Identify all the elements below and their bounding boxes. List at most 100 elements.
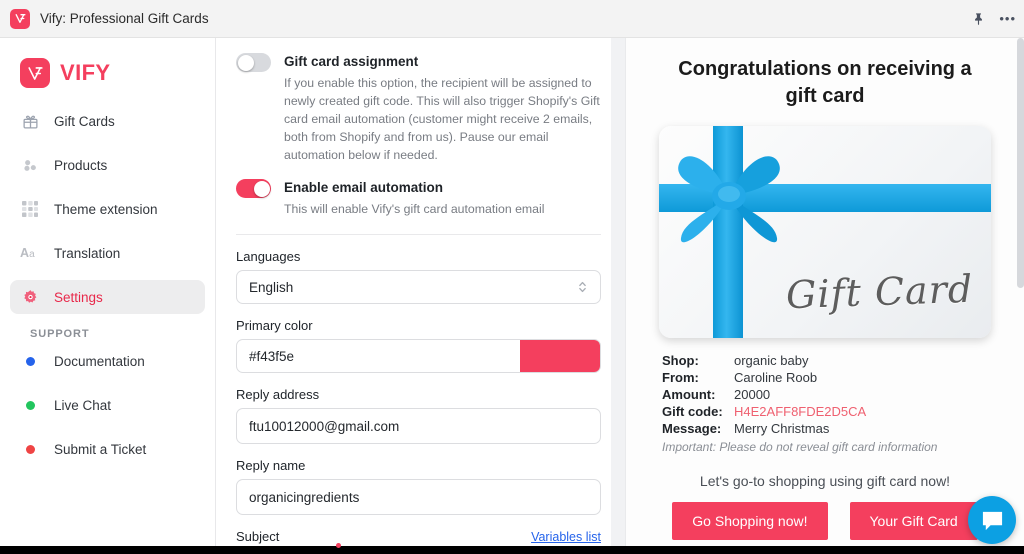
important-note: Important: Please do not reveal gift car… [662,440,938,454]
gear-icon [20,287,40,307]
sidebar-item-label: Documentation [54,353,145,369]
sidebar-item-translation[interactable]: A a Translation [10,236,205,270]
gift-card-text: Gift Card [785,266,974,318]
detail-value: 20000 [734,387,771,402]
reply-address-value: ftu10012000@gmail.com [249,418,400,434]
window-titlebar: Vify: Professional Gift Cards ••• [0,0,1024,38]
reply-name-label: Reply name [236,458,306,473]
app-shell: VIFY Gift Cards Products Theme extension… [0,38,1024,554]
svg-text:a: a [29,249,35,260]
sidebar-item-label: Gift Cards [54,113,115,129]
gift-card-image-wrap: Gift Card [650,126,1000,338]
vify-logo-icon [10,8,30,29]
settings-panel: Gift card assignment If you enable this … [226,38,611,554]
subject-label: Subject [236,529,280,544]
products-icon [20,155,40,175]
chat-bubble-icon[interactable] [968,496,1016,544]
email-automation-toggle[interactable] [236,179,271,198]
reply-address-label: Reply address [236,387,320,402]
left-gutter [216,38,226,554]
gift-card-assignment-row: Gift card assignment If you enable this … [236,52,601,166]
more-options-icon[interactable]: ••• [999,12,1016,25]
detail-key: Gift code: [662,404,723,419]
sidebar-item-products[interactable]: Products [10,148,205,182]
sidebar: VIFY Gift Cards Products Theme extension… [0,38,216,554]
sidebar-section-support: SUPPORT [30,328,90,340]
sidebar-nav: Gift Cards Products Theme extension A a … [0,104,215,466]
sidebar-item-label: Translation [54,245,121,261]
sidebar-item-label: Settings [54,289,103,305]
window-title: Vify: Professional Gift Cards [40,11,209,26]
preview-heading: Congratulations on receiving a gift card [678,58,972,107]
gift-icon [20,111,40,131]
your-gift-card-button[interactable]: Your Gift Card [849,502,978,540]
vify-brand-logo-icon [20,58,50,88]
sidebar-item-label: Products [54,157,108,173]
detail-key: From: [662,370,699,385]
languages-field: Languages English [236,249,601,304]
reply-name-field: Reply name organicingredients [236,458,601,515]
gift-card-assignment-description: If you enable this option, the recipient… [284,76,600,162]
gift-card-assignment-title: Gift card assignment [284,54,419,69]
languages-select[interactable]: English [236,270,601,304]
reply-address-input[interactable]: ftu10012000@gmail.com [236,408,601,444]
reply-name-value: organicingredients [249,489,360,505]
gift-card-assignment-toggle[interactable] [236,53,271,72]
color-swatch[interactable] [520,340,600,372]
cta-line: Let's go-to shopping using gift card now… [699,473,951,489]
pin-icon[interactable] [972,12,985,26]
detail-value: organic baby [734,353,809,368]
sidebar-item-theme-extension[interactable]: Theme extension [10,192,205,226]
translation-icon: A a [20,243,40,263]
primary-color-value: #f43f5e [249,348,295,364]
detail-key: Amount: [662,387,716,402]
grid-icon [20,199,40,219]
reply-name-input[interactable]: organicingredients [236,479,601,515]
green-dot-icon [20,395,40,415]
detail-value: Caroline Roob [734,370,818,385]
preview-scrollbar[interactable] [1017,38,1024,554]
brand: VIFY [0,46,215,104]
sidebar-item-label: Submit a Ticket [54,441,147,457]
languages-label: Languages [236,249,301,264]
gift-card-image: Gift Card [659,126,991,338]
divider [236,234,601,235]
sidebar-item-submit-a-ticket[interactable]: Submit a Ticket [10,432,205,466]
email-preview-panel: Congratulations on receiving a gift card… [625,38,1024,554]
sidebar-item-settings[interactable]: Settings [10,280,205,314]
go-shopping-button[interactable]: Go Shopping now! [672,502,828,540]
languages-value: English [249,279,294,295]
scrollbar-thumb[interactable] [1017,38,1024,288]
red-dot-icon [20,439,40,459]
titlebar-actions: ••• [972,0,1016,37]
detail-value: Merry Christmas [734,421,830,436]
primary-color-label: Primary color [236,318,313,333]
email-automation-description: This will enable Vify's gift card automa… [284,202,545,216]
sidebar-item-documentation[interactable]: Documentation [10,344,205,378]
email-automation-row: Enable email automation This will enable… [236,178,601,220]
detail-key: Shop: [662,353,699,368]
detail-key: Message: [662,421,722,436]
subject-variables-list-link[interactable]: Variables list [531,530,601,544]
bottom-strip [0,543,1024,554]
primary-color-field: Primary color #f43f5e [236,318,601,373]
detail-row: Shop: organic baby [662,352,1000,369]
sidebar-item-live-chat[interactable]: Live Chat [10,388,205,422]
bow-icon [678,156,780,243]
svg-text:A: A [20,246,29,260]
detail-row: Gift code: H4E2AFF8FDE2D5CA [662,403,1000,420]
chevron-updown-icon [577,279,588,295]
detail-row: Message: Merry Christmas [662,420,1000,437]
cta-buttons: Go Shopping now! Your Gift Card [650,502,1000,540]
primary-color-input[interactable]: #f43f5e [236,339,601,373]
reply-address-field: Reply address ftu10012000@gmail.com [236,387,601,444]
gift-code-value: H4E2AFF8FDE2D5CA [734,404,867,419]
progress-dot [336,543,341,548]
sidebar-item-gift-cards[interactable]: Gift Cards [10,104,205,138]
main-region: Gift card assignment If you enable this … [216,38,1024,554]
